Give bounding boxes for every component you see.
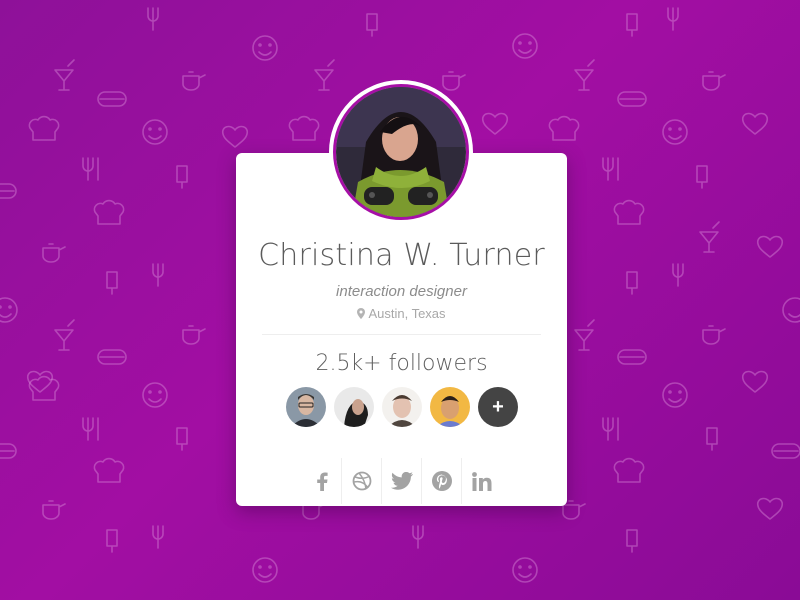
cutlery-icon — [672, 263, 684, 287]
heart-icon — [741, 370, 769, 393]
heart-icon — [756, 235, 784, 258]
popsicle-icon — [626, 271, 638, 295]
heart-icon — [741, 112, 769, 135]
teapot-icon — [302, 503, 326, 520]
chef-hat-icon — [613, 457, 645, 483]
cutlery-icon — [667, 7, 679, 31]
cutlery-icon — [602, 417, 619, 441]
linkedin-icon — [472, 471, 492, 491]
chef-hat-icon — [93, 457, 125, 483]
divider — [262, 334, 541, 335]
cutlery-icon — [412, 525, 424, 549]
dribbble-link[interactable] — [342, 458, 382, 504]
hotdog-icon — [617, 349, 647, 365]
hotdog-icon — [0, 443, 17, 459]
teapot-icon — [562, 500, 586, 520]
smiley-icon — [512, 557, 538, 583]
location-text: Austin, Texas — [368, 306, 446, 321]
chef-hat-icon — [28, 115, 60, 141]
followers-count: 2.5k+ followers — [315, 351, 488, 376]
cutlery-icon — [147, 7, 159, 31]
cutlery-icon — [152, 263, 164, 287]
chef-hat-icon — [93, 199, 125, 225]
popsicle-icon — [176, 165, 188, 189]
profile-photo — [336, 87, 466, 217]
smiley-icon — [0, 297, 18, 323]
pinterest-icon — [432, 471, 452, 491]
hotdog-icon — [617, 91, 647, 107]
chef-hat-icon — [548, 115, 580, 141]
follower-avatar-4[interactable] — [430, 387, 470, 427]
more-followers-button[interactable]: + — [478, 387, 518, 427]
cutlery-icon — [152, 525, 164, 549]
profile-name: Christina W. Turner — [258, 238, 545, 273]
pinterest-link[interactable] — [422, 458, 462, 504]
cocktail-icon — [574, 319, 595, 351]
smiley-icon — [252, 35, 278, 61]
facebook-icon — [317, 472, 328, 491]
popsicle-icon — [106, 271, 118, 295]
hotdog-icon — [0, 183, 17, 199]
heart-icon — [756, 497, 784, 520]
cutlery-icon — [602, 157, 619, 181]
dribbble-icon — [352, 471, 372, 491]
popsicle-icon — [626, 529, 638, 553]
popsicle-icon — [176, 427, 188, 451]
smiley-icon — [662, 382, 688, 408]
heart-icon — [481, 112, 509, 135]
teapot-icon — [702, 71, 726, 91]
profile-role: interaction designer — [336, 283, 467, 300]
teapot-icon — [42, 500, 66, 520]
popsicle-icon — [366, 13, 378, 37]
teapot-icon — [42, 243, 66, 263]
teapot-icon — [442, 71, 466, 91]
smiley-icon — [662, 119, 688, 145]
hotdog-icon — [771, 443, 800, 459]
map-pin-icon — [357, 307, 366, 322]
cocktail-icon — [314, 59, 335, 91]
teapot-icon — [182, 325, 206, 345]
facebook-link[interactable] — [302, 458, 342, 504]
follower-avatar-1[interactable] — [286, 387, 326, 427]
cocktail-icon — [54, 319, 75, 351]
smiley-icon — [782, 297, 800, 323]
cocktail-icon — [699, 221, 720, 253]
smiley-icon — [142, 119, 168, 145]
chef-hat-icon — [288, 115, 320, 141]
teapot-icon — [182, 71, 206, 91]
smiley-icon — [252, 557, 278, 583]
popsicle-icon — [106, 529, 118, 553]
follower-avatar-2[interactable] — [334, 387, 374, 427]
linkedin-link[interactable] — [462, 458, 502, 504]
smiley-icon — [142, 382, 168, 408]
follower-avatar-3[interactable] — [382, 387, 422, 427]
smiley-icon — [512, 33, 538, 59]
teapot-icon — [702, 325, 726, 345]
popsicle-icon — [706, 427, 718, 451]
hotdog-icon — [97, 91, 127, 107]
popsicle-icon — [696, 165, 708, 189]
cutlery-icon — [82, 417, 99, 441]
popsicle-icon — [626, 13, 638, 37]
cutlery-icon — [82, 157, 99, 181]
profile-avatar — [329, 80, 473, 224]
twitter-icon — [391, 472, 413, 490]
heart-icon — [221, 125, 249, 148]
profile-location: Austin, Texas — [236, 306, 567, 322]
chef-hat-icon — [613, 199, 645, 225]
cocktail-icon — [54, 59, 75, 91]
hotdog-icon — [97, 349, 127, 365]
cocktail-icon — [574, 59, 595, 91]
twitter-link[interactable] — [382, 458, 422, 504]
